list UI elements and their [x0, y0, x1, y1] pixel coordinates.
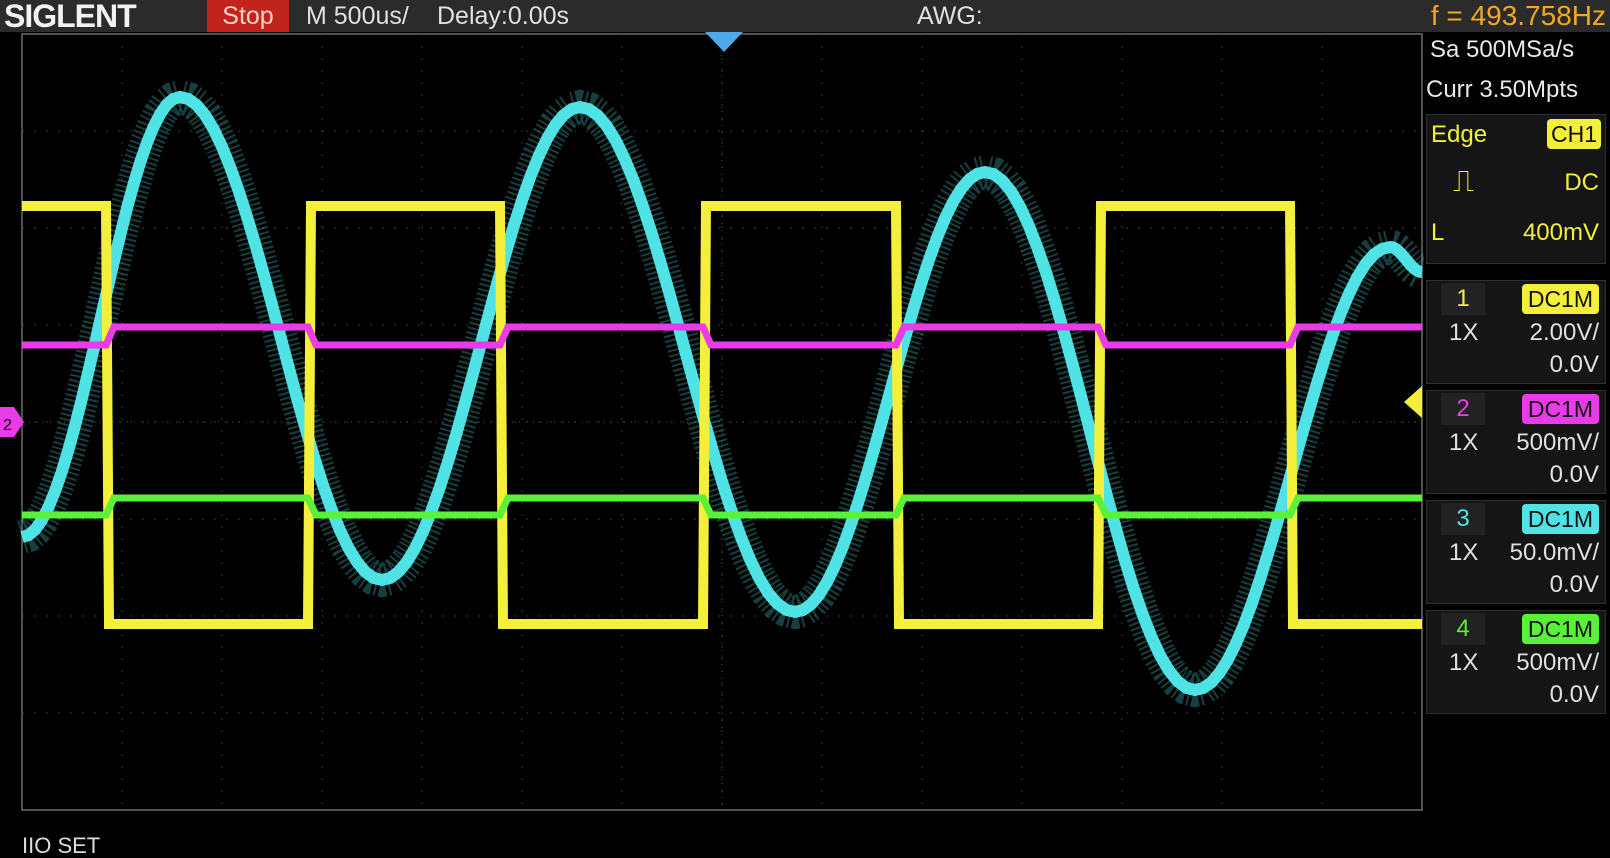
ch2-trace	[22, 323, 1422, 349]
channel-1-panel[interactable]: 1 DC1M 1X 2.00V/ 0.0V	[1426, 280, 1606, 384]
ch2-marker-label: 2	[3, 417, 12, 434]
run-stop-indicator[interactable]: Stop	[207, 0, 289, 32]
channel-4-probe: 1X	[1449, 649, 1479, 676]
trigger-position-marker[interactable]	[705, 32, 743, 52]
channel-4-number: 4	[1441, 613, 1485, 645]
side-panel: Sa 500MSa/s Curr 3.50Mpts Edge CH1 ⎍ DC …	[1424, 32, 1610, 846]
channel-3-offset: 0.0V	[1549, 571, 1599, 598]
channel-4-coupling-badge[interactable]: DC1M	[1521, 614, 1599, 644]
channel-1-coupling-badge[interactable]: DC1M	[1521, 284, 1599, 314]
status-bar: SIGLENT Stop M 500us/ Delay:0.00s AWG: f…	[0, 0, 1610, 32]
frequency-readout: f = 493.758Hz	[1430, 0, 1606, 31]
channel-4-offset: 0.0V	[1549, 681, 1599, 708]
trigger-type: Edge	[1431, 121, 1488, 148]
ch1-trace	[22, 201, 1422, 629]
memory-depth-readout: Curr 3.50Mpts	[1426, 76, 1579, 103]
channel-2-number: 2	[1441, 393, 1485, 425]
trigger-level-marker[interactable]	[1404, 386, 1422, 418]
trigger-level-label: L	[1431, 219, 1445, 246]
trigger-panel[interactable]: Edge CH1 ⎍ DC L 400mV	[1426, 114, 1606, 264]
channel-2-coupling-badge[interactable]: DC1M	[1521, 394, 1599, 424]
graticule	[21, 33, 1423, 811]
channel-3-probe: 1X	[1449, 539, 1479, 566]
trigger-source-badge[interactable]: CH1	[1546, 119, 1601, 149]
channel-1-number: 1	[1441, 283, 1485, 315]
trigger-level-value: 400mV	[1522, 219, 1599, 246]
channel-2-panel[interactable]: 2 DC1M 1X 500mV/ 0.0V	[1426, 390, 1606, 494]
channel-1-scale: 2.00V/	[1529, 319, 1599, 346]
channel-2-scale: 500mV/	[1516, 429, 1599, 456]
trigger-coupling: DC	[1564, 169, 1599, 196]
rising-edge-icon: ⎍	[1453, 165, 1474, 198]
channel-1-offset: 0.0V	[1549, 351, 1599, 378]
channel-2-offset: 0.0V	[1549, 461, 1599, 488]
channel-3-panel[interactable]: 3 DC1M 1X 50.0mV/ 0.0V	[1426, 500, 1606, 604]
channel-4-panel[interactable]: 4 DC1M 1X 500mV/ 0.0V	[1426, 610, 1606, 714]
sample-rate-readout: Sa 500MSa/s	[1430, 36, 1575, 63]
brand-logo: SIGLENT	[4, 0, 137, 34]
timebase-readout[interactable]: M 500us/	[306, 0, 409, 32]
channel-3-number: 3	[1441, 503, 1485, 535]
ch2-offset-marker[interactable]: 2	[0, 407, 24, 437]
awg-label[interactable]: AWG:	[917, 0, 983, 32]
waveform-display[interactable]: 2	[0, 32, 1424, 846]
bottom-status-text: IIO SET	[22, 833, 101, 858]
channel-3-coupling-badge[interactable]: DC1M	[1521, 504, 1599, 534]
channel-2-probe: 1X	[1449, 429, 1479, 456]
channel-1-probe: 1X	[1449, 319, 1479, 346]
channel-4-scale: 500mV/	[1516, 649, 1599, 676]
channel-3-scale: 50.0mV/	[1509, 539, 1599, 566]
delay-readout[interactable]: Delay:0.00s	[437, 0, 569, 32]
